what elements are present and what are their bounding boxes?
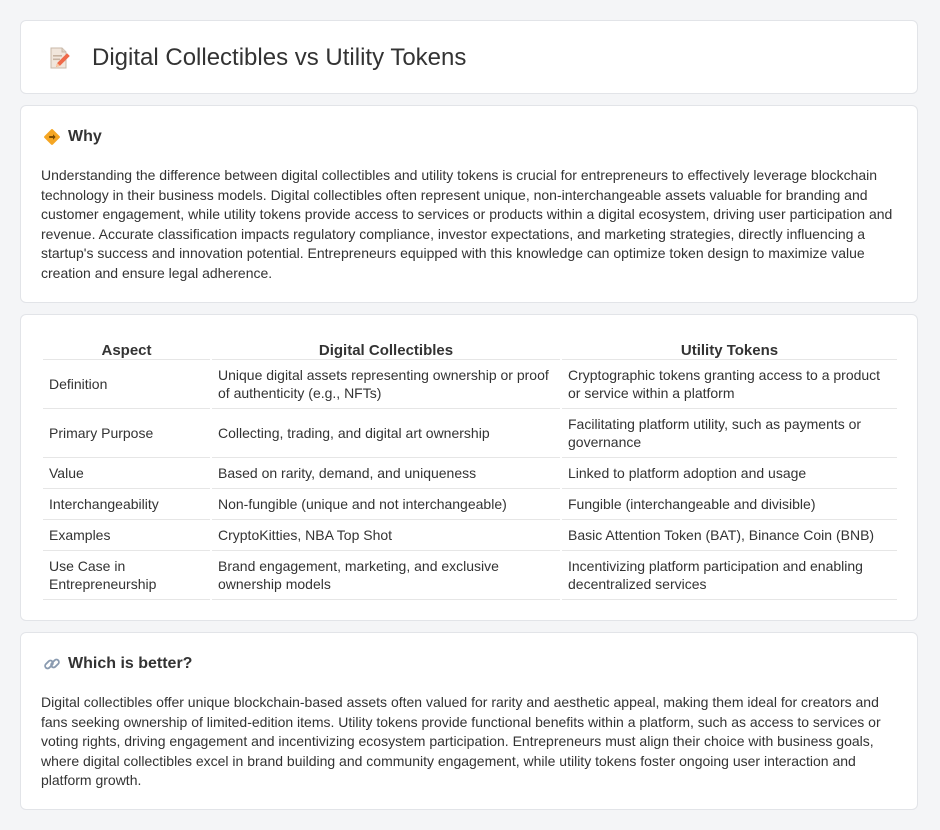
utility-cell: Fungible (interchangeable and divisible) — [562, 489, 897, 520]
aspect-cell: Value — [43, 458, 210, 489]
table-row: Primary Purpose Collecting, trading, and… — [43, 409, 897, 458]
utility-cell: Linked to platform adoption and usage — [562, 458, 897, 489]
title-card: Digital Collectibles vs Utility Tokens — [20, 20, 918, 94]
collectibles-cell: Collecting, trading, and digital art own… — [212, 409, 560, 458]
document-pencil-icon — [50, 47, 70, 69]
collectibles-cell: Based on rarity, demand, and uniqueness — [212, 458, 560, 489]
utility-cell: Basic Attention Token (BAT), Binance Coi… — [562, 520, 897, 551]
header-utility-tokens: Utility Tokens — [562, 335, 897, 360]
utility-cell: Facilitating platform utility, such as p… — [562, 409, 897, 458]
utility-cell: Incentivizing platform participation and… — [562, 551, 897, 600]
comparison-table: Aspect Digital Collectibles Utility Toke… — [41, 335, 899, 600]
why-heading: Why — [68, 128, 102, 145]
page-title: Digital Collectibles vs Utility Tokens — [92, 44, 467, 71]
table-row: Use Case in Entrepreneurship Brand engag… — [43, 551, 897, 600]
which-is-better-section: Which is better? Digital collectibles of… — [20, 632, 918, 810]
collectibles-cell: CryptoKitties, NBA Top Shot — [212, 520, 560, 551]
link-icon — [44, 658, 60, 670]
collectibles-cell: Brand engagement, marketing, and exclusi… — [212, 551, 560, 600]
collectibles-cell: Non-fungible (unique and not interchange… — [212, 489, 560, 520]
table-row: Interchangeability Non-fungible (unique … — [43, 489, 897, 520]
aspect-cell: Examples — [43, 520, 210, 551]
diamond-sign-icon — [44, 129, 60, 145]
aspect-cell: Use Case in Entrepreneurship — [43, 551, 210, 600]
table-row: Examples CryptoKitties, NBA Top Shot Bas… — [43, 520, 897, 551]
header-digital-collectibles: Digital Collectibles — [212, 335, 560, 360]
header-aspect: Aspect — [43, 335, 210, 360]
aspect-cell: Definition — [43, 360, 210, 409]
table-row: Value Based on rarity, demand, and uniqu… — [43, 458, 897, 489]
aspect-cell: Primary Purpose — [43, 409, 210, 458]
utility-cell: Cryptographic tokens granting access to … — [562, 360, 897, 409]
better-body: Digital collectibles offer unique blockc… — [41, 694, 881, 788]
collectibles-cell: Unique digital assets representing owner… — [212, 360, 560, 409]
why-section: Why Understanding the difference between… — [20, 105, 918, 303]
table-row: Definition Unique digital assets represe… — [43, 360, 897, 409]
why-body: Understanding the difference between dig… — [41, 167, 893, 281]
better-heading: Which is better? — [68, 655, 193, 672]
aspect-cell: Interchangeability — [43, 489, 210, 520]
comparison-section: Aspect Digital Collectibles Utility Toke… — [20, 314, 918, 621]
